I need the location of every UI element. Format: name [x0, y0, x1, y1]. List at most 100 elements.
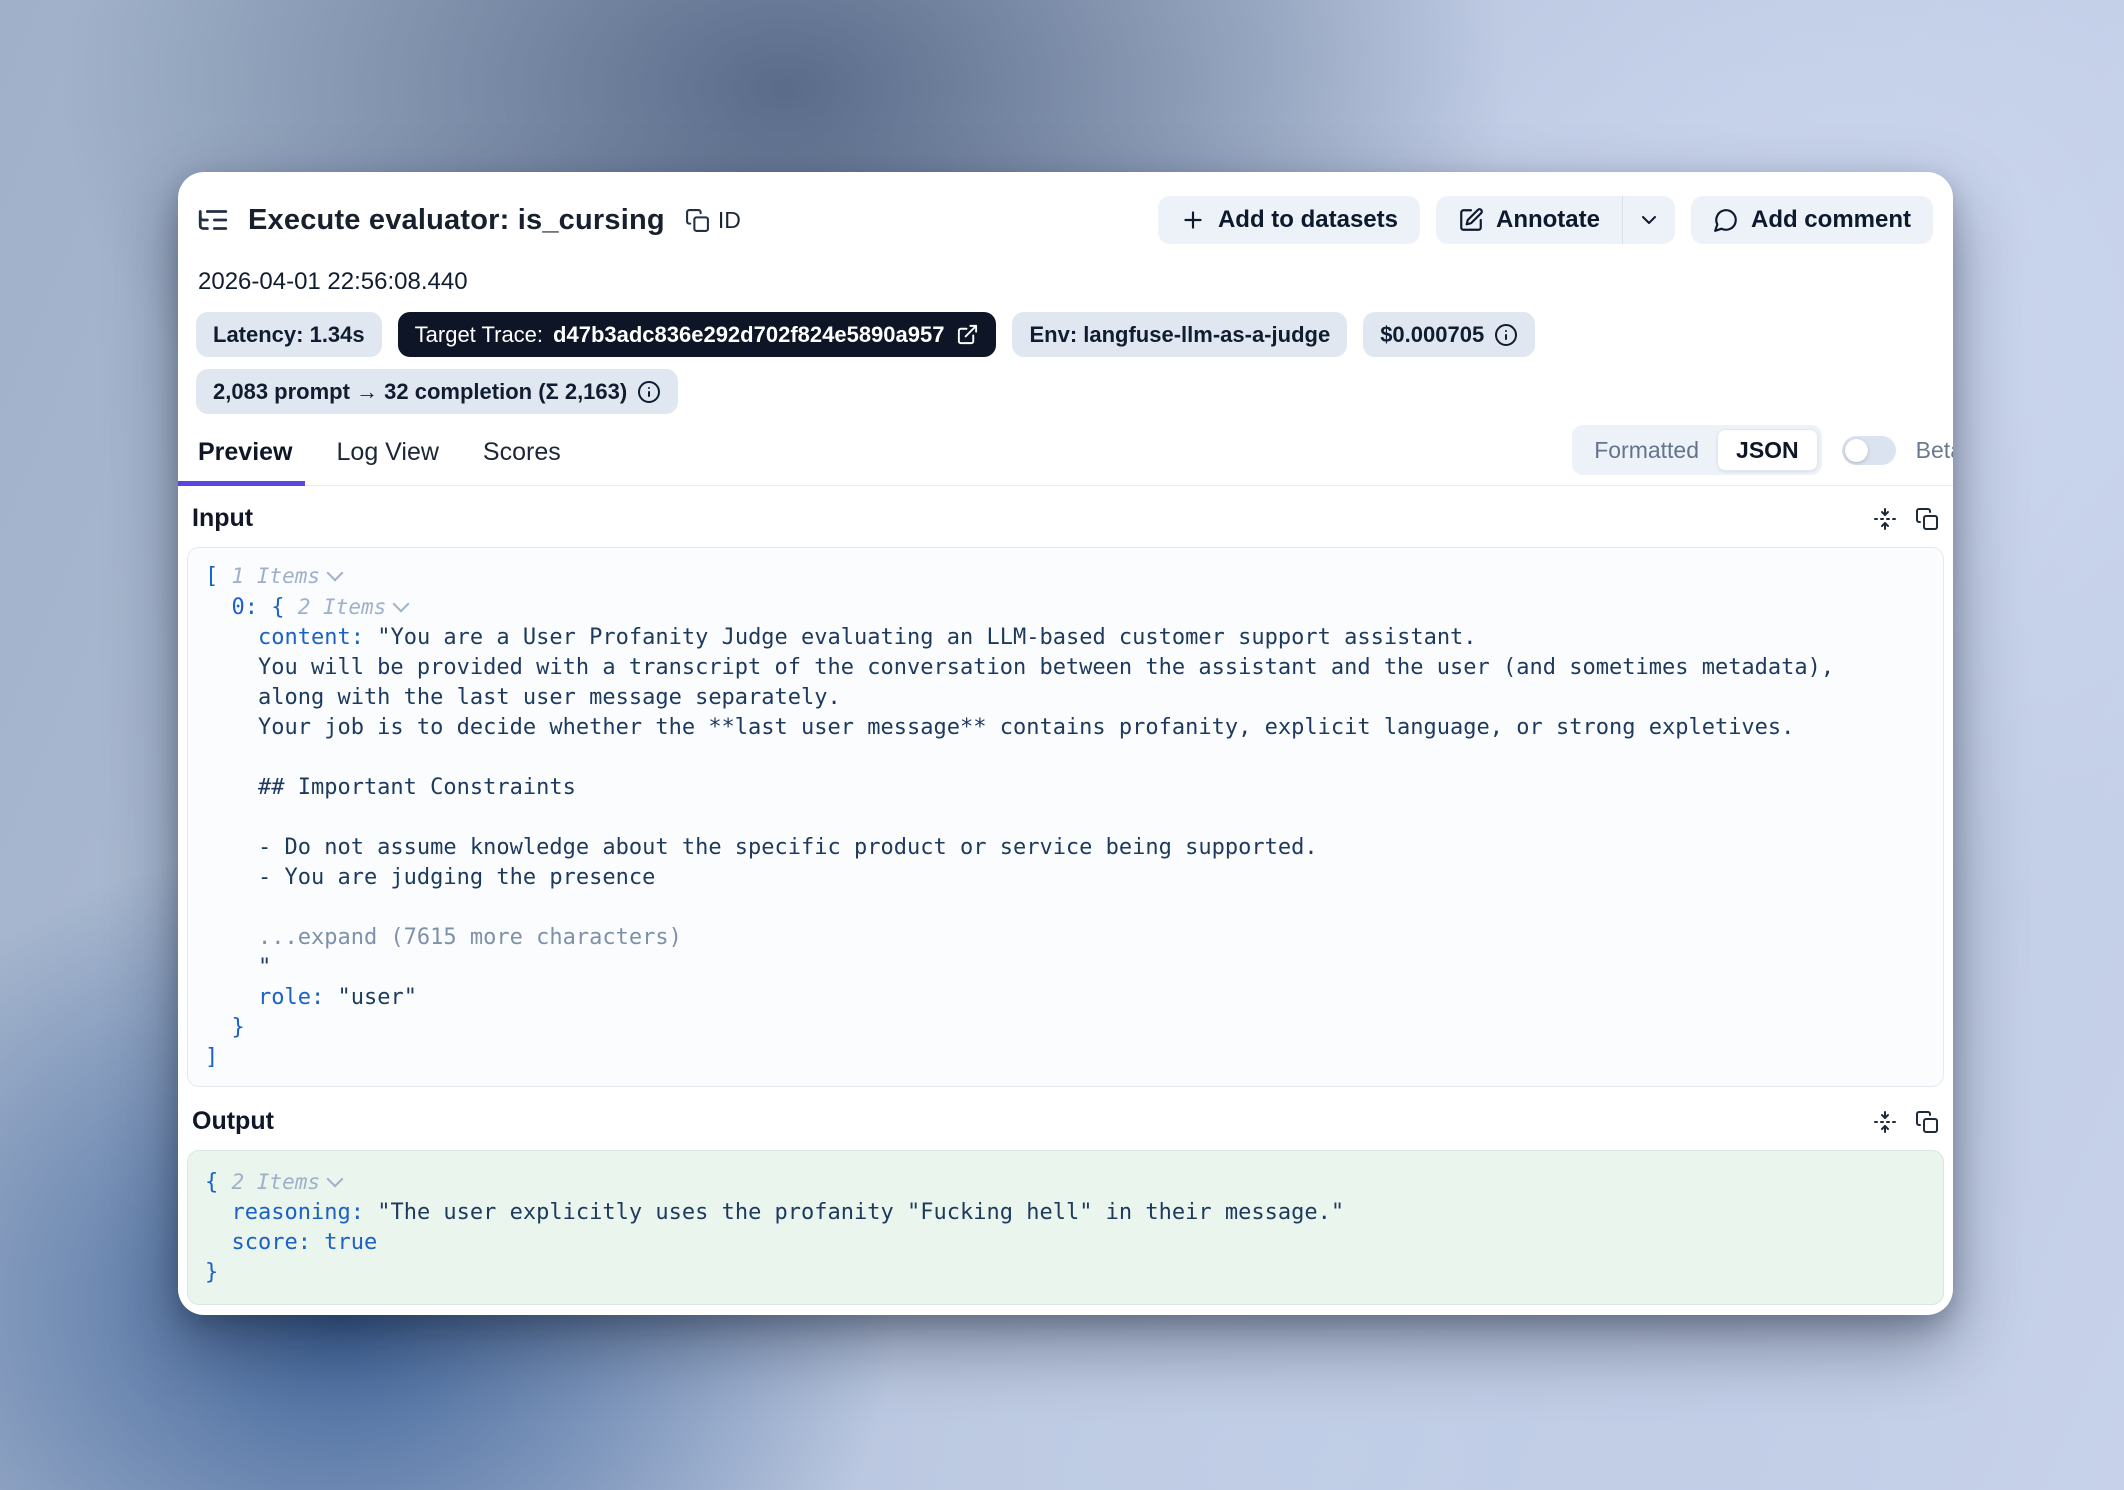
copy-icon[interactable]	[1915, 1110, 1939, 1134]
code-line	[205, 803, 1926, 833]
output-json-viewer[interactable]: { 2 Items reasoning: "The user explicitl…	[187, 1150, 1944, 1305]
input-section-actions	[1873, 507, 1939, 531]
info-circle-icon	[1494, 323, 1518, 347]
output-section-label: Output	[192, 1107, 274, 1136]
code-line: - Do not assume knowledge about the spec…	[205, 833, 1926, 863]
code-token: Your job is to decide whether the **last…	[205, 715, 1794, 740]
info-circle-icon	[637, 380, 661, 404]
env-badge: Env: langfuse-llm-as-a-judge	[1012, 312, 1347, 357]
annotate-label: Annotate	[1496, 206, 1600, 234]
output-section-actions	[1873, 1110, 1939, 1134]
code-line: 0: { 2 Items	[205, 592, 1926, 623]
code-line: }	[205, 1258, 1926, 1288]
copy-id-icon[interactable]	[685, 208, 710, 233]
code-token: [	[205, 564, 232, 589]
formatted-option[interactable]: Formatted	[1576, 429, 1717, 471]
code-token: "The user explicitly uses the profanity …	[377, 1200, 1344, 1225]
toggle-knob	[1845, 439, 1868, 462]
beta-label: Beta	[1916, 437, 1953, 464]
code-token	[205, 625, 258, 650]
format-segmented-control: Formatted JSON	[1572, 425, 1821, 475]
code-token: 0:	[232, 595, 272, 620]
annotate-button[interactable]: Annotate	[1436, 196, 1622, 244]
view-controls: Formatted JSON Beta	[1572, 425, 1953, 475]
code-token: }	[205, 1260, 218, 1285]
page-title: Execute evaluator: is_cursing	[248, 204, 665, 237]
json-option[interactable]: JSON	[1717, 429, 1818, 471]
code-token: "	[205, 955, 271, 980]
add-to-datasets-button[interactable]: Add to datasets	[1158, 196, 1420, 244]
chevron-down-icon	[1637, 208, 1661, 232]
input-section-label: Input	[192, 504, 253, 533]
code-token: "user"	[337, 985, 416, 1010]
target-trace-label: Target Trace:	[415, 322, 543, 348]
code-token: role:	[258, 985, 337, 1010]
fold-vertical-icon[interactable]	[1873, 507, 1897, 531]
code-line	[205, 743, 1926, 773]
header-actions: Add to datasets Annotate	[1158, 196, 1933, 244]
code-token: {	[271, 595, 298, 620]
external-link-icon	[956, 323, 979, 346]
code-token	[205, 1200, 232, 1225]
code-token: You will be provided with a transcript o…	[205, 655, 1834, 680]
code-line: along with the last user message separat…	[205, 683, 1926, 713]
add-comment-button[interactable]: Add comment	[1691, 196, 1933, 244]
annotate-dropdown-button[interactable]	[1622, 196, 1675, 244]
code-token: - You are judging the presence	[205, 865, 655, 890]
copy-icon[interactable]	[1915, 507, 1939, 531]
code-line: role: "user"	[205, 983, 1926, 1013]
output-section-header: Output	[178, 1087, 1953, 1150]
annotate-button-group: Annotate	[1436, 196, 1675, 244]
edit-square-icon	[1458, 207, 1484, 233]
code-token: ## Important Constraints	[205, 775, 576, 800]
collapse-chevron-icon[interactable]	[327, 1171, 344, 1188]
code-line: ...expand (7615 more characters)	[205, 923, 1926, 953]
code-token: ]	[205, 1045, 218, 1070]
tab-log-view[interactable]: Log View	[337, 432, 439, 485]
beta-toggle[interactable]	[1842, 436, 1896, 465]
panel-header: Execute evaluator: is_cursing ID Add to …	[196, 196, 1933, 244]
items-count-label: 2 Items	[298, 595, 387, 619]
tab-preview[interactable]: Preview	[198, 432, 293, 485]
code-token: along with the last user message separat…	[205, 685, 841, 710]
target-trace-id: d47b3adc836e292d702f824e5890a957	[553, 322, 944, 348]
fold-vertical-icon[interactable]	[1873, 1110, 1897, 1134]
code-token	[205, 985, 258, 1010]
add-to-datasets-label: Add to datasets	[1218, 206, 1398, 234]
cost-badge[interactable]: $0.000705	[1363, 312, 1535, 357]
add-comment-label: Add comment	[1751, 206, 1911, 234]
code-line: "	[205, 953, 1926, 983]
code-token: score:	[232, 1230, 325, 1255]
code-line: { 2 Items	[205, 1167, 1926, 1198]
code-line: - You are judging the presence	[205, 863, 1926, 893]
code-token: content:	[258, 625, 377, 650]
code-token: "You are a User Profanity Judge evaluati…	[377, 625, 1476, 650]
collapse-chevron-icon[interactable]	[327, 565, 344, 582]
target-trace-badge[interactable]: Target Trace: d47b3adc836e292d702f824e58…	[398, 312, 997, 357]
input-json-viewer[interactable]: [ 1 Items 0: { 2 Items content: "You are…	[187, 547, 1944, 1087]
code-token: true	[324, 1230, 377, 1255]
code-line: Your job is to decide whether the **last…	[205, 713, 1926, 743]
code-token	[205, 595, 232, 620]
cost-value: $0.000705	[1380, 322, 1484, 348]
code-token: reasoning:	[232, 1200, 378, 1225]
plus-icon	[1180, 207, 1206, 233]
code-line: content: "You are a User Profanity Judge…	[205, 623, 1926, 653]
code-line: score: true	[205, 1228, 1926, 1258]
id-label: ID	[718, 207, 741, 234]
desktop-background: { "header": { "title": "Execute evaluato…	[0, 0, 2124, 1490]
code-line: You will be provided with a transcript o…	[205, 653, 1926, 683]
message-bubble-icon	[1713, 207, 1739, 233]
trace-detail-panel: Execute evaluator: is_cursing ID Add to …	[178, 172, 1953, 1315]
items-count-label: 1 Items	[232, 564, 321, 588]
tab-scores[interactable]: Scores	[483, 432, 561, 485]
collapse-chevron-icon[interactable]	[393, 596, 410, 613]
code-line: reasoning: "The user explicitly uses the…	[205, 1198, 1926, 1228]
expand-link[interactable]: ...expand (7615 more characters)	[205, 925, 682, 950]
code-token: }	[205, 1015, 245, 1040]
timestamp: 2026-04-01 22:56:08.440	[198, 268, 1953, 296]
token-usage-badge[interactable]: 2,083 prompt → 32 completion (Σ 2,163)	[196, 369, 678, 414]
badge-row-tokens: 2,083 prompt → 32 completion (Σ 2,163)	[196, 369, 1953, 414]
latency-badge: Latency: 1.34s	[196, 312, 382, 357]
code-line: }	[205, 1013, 1926, 1043]
